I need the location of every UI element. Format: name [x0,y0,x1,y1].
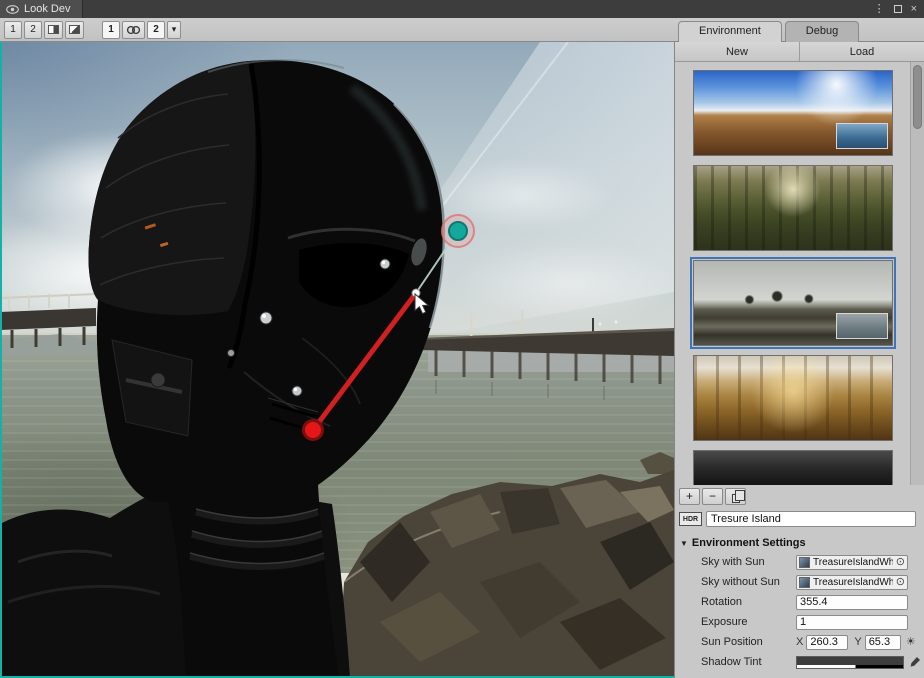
gizmo-shadow-handle [304,421,323,440]
sun-pick-icon[interactable]: ☀ [906,637,916,648]
environment-settings-section: ▼ Environment Settings Sky with Sun Trea… [675,534,924,672]
sun-y-axis-label[interactable]: Y [854,636,861,648]
environment-panel: New Load + − HDR Tresure Island ▼ Enviro… [674,42,924,678]
exposure-input[interactable]: 1 [796,615,908,630]
duplicate-icon [732,494,740,503]
cubemap-thumb-icon [799,577,810,588]
sky-without-sun-object-field[interactable]: TreasureIslandWh ⊙ [796,575,908,590]
remove-environment-button[interactable]: − [702,488,723,505]
environment-settings-header[interactable]: ▼ Environment Settings [675,534,924,552]
exposure-label[interactable]: Exposure [701,616,796,628]
gizmo-sun-handle [449,222,467,240]
lookdev-window-tab[interactable]: Look Dev [0,0,83,18]
tab-debug[interactable]: Debug [785,21,859,42]
thumbnail-scrollbar[interactable] [910,62,924,485]
object-picker-icon[interactable]: ⊙ [896,557,905,568]
environment-name-input[interactable]: Tresure Island [706,511,916,527]
link-icon [126,25,141,35]
maximize-icon[interactable] [894,5,902,13]
env-thumbnail-treasure-island[interactable] [693,260,893,346]
sun-y-input[interactable]: 65.3 [865,635,901,650]
environment-dropdown-button[interactable]: ▾ [167,21,181,39]
close-icon[interactable]: × [911,0,917,18]
env-thumbnail-night[interactable] [693,450,893,485]
hdr-name-row: HDR Tresure Island [679,510,916,528]
env-thumbnail-sunny[interactable] [693,70,893,156]
shadow-tint-row: Shadow Tint [675,652,924,672]
split-indicator-left [0,42,2,678]
foldout-triangle-icon[interactable]: ▼ [680,539,688,548]
link-environments-button[interactable] [122,21,145,39]
sky-with-sun-object-field[interactable]: TreasureIslandWh ⊙ [796,555,908,570]
tab-environment[interactable]: Environment [678,21,782,42]
environment-2-button[interactable]: 2 [147,21,165,39]
sky-with-sun-value: TreasureIslandWh [813,557,893,568]
chevron-down-icon: ▾ [172,24,177,35]
gizmo-layer [0,42,674,678]
environment-list-buttons: + − [679,488,746,505]
lookdev-window: Look Dev ⋮ × 1 2 1 2 ▾ [0,0,924,678]
eyedropper-icon[interactable] [909,656,921,668]
titlebar[interactable]: Look Dev ⋮ × [0,0,924,18]
panel-tab-bar: Environment Debug [678,20,859,42]
side-by-side-icon [48,25,59,34]
new-environment-button[interactable]: New [675,42,800,61]
sky-with-sun-label: Sky with Sun [701,556,796,568]
sun-x-axis-label[interactable]: X [796,636,803,648]
sun-position-row: Sun Position X 260.3 Y 65.3 ☀ [675,632,924,652]
exposure-row: Exposure 1 [675,612,924,632]
hdr-badge: HDR [679,512,702,526]
rotation-label[interactable]: Rotation [701,596,796,608]
add-environment-button[interactable]: + [679,488,700,505]
window-title: Look Dev [24,3,70,15]
sun-x-input[interactable]: 260.3 [806,635,848,650]
mouse-cursor [415,294,428,314]
scrollbar-thumb[interactable] [913,65,922,129]
diagonal-split-icon [69,25,80,34]
load-environment-button[interactable]: Load [800,42,924,61]
lookdev-viewport[interactable] [0,42,674,678]
env-thumbnail-forest[interactable] [693,165,893,251]
layout-split-button[interactable] [65,21,84,39]
window-menu-icon[interactable]: ⋮ [874,0,885,18]
duplicate-environment-button[interactable] [725,488,746,505]
env-thumbnail-inset [836,313,888,339]
rotation-row: Rotation 355.4 [675,592,924,612]
cubemap-thumb-icon [799,557,810,568]
settings-header-label: Environment Settings [692,537,806,549]
environment-actions: New Load [675,42,924,62]
object-picker-icon[interactable]: ⊙ [896,577,905,588]
layout-view1-button[interactable]: 1 [4,21,22,39]
sky-without-sun-row: Sky without Sun TreasureIslandWh ⊙ [675,572,924,592]
sun-position-label: Sun Position [701,636,796,648]
sky-without-sun-label: Sky without Sun [701,576,796,588]
lookdev-eye-icon [6,5,19,14]
sky-without-sun-value: TreasureIslandWh [813,577,893,588]
environment-1-button[interactable]: 1 [102,21,120,39]
layout-view2-button[interactable]: 2 [24,21,42,39]
environment-thumbnail-list [675,62,924,485]
rotation-input[interactable]: 355.4 [796,595,908,610]
env-thumbnail-inset [836,123,888,149]
shadow-tint-color-swatch[interactable] [796,656,904,669]
shadow-tint-label: Shadow Tint [701,656,796,668]
env-thumbnail-cathedral[interactable] [693,355,893,441]
sky-with-sun-row: Sky with Sun TreasureIslandWh ⊙ [675,552,924,572]
sun-position-gizmo[interactable] [304,215,475,440]
layout-side-by-side-button[interactable] [44,21,63,39]
